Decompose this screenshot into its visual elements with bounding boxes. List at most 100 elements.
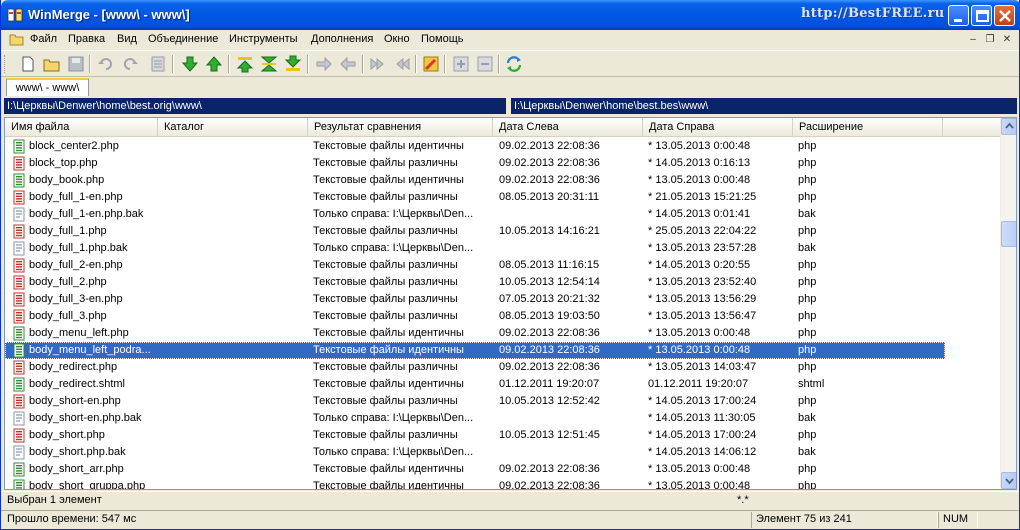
cell-left-date: 09.02.2013 22:08:36 [499, 140, 600, 152]
open-in-editor-icon[interactable] [422, 55, 440, 73]
cell-folder [162, 325, 307, 342]
right-only-file-icon [13, 411, 25, 426]
copy-left-icon[interactable] [339, 55, 357, 73]
tab-comparison[interactable]: www\ - www\ [6, 78, 89, 96]
toolbar-grip[interactable] [4, 55, 7, 73]
cell-left-date: 10.05.2013 14:16:21 [499, 225, 600, 237]
table-row[interactable]: body_short.php Текстовые файлы различны 10… [5, 427, 945, 444]
cell-right-date: * 13.05.2013 0:00:48 [648, 327, 751, 339]
cell-result: Текстовые файлы различны [313, 157, 458, 169]
scroll-down-icon [1005, 478, 1014, 485]
first-diff-icon[interactable] [236, 55, 254, 73]
expand-icon[interactable] [452, 55, 470, 73]
last-diff-icon[interactable] [284, 55, 302, 73]
cell-left-date: 09.02.2013 22:08:36 [499, 480, 600, 490]
cell-left-date: 10.05.2013 12:52:42 [499, 395, 600, 407]
column-folder[interactable]: Каталог [158, 118, 308, 137]
table-row[interactable]: body_full_1.php Текстовые файлы различны 1… [5, 223, 945, 240]
cell-result: Текстовые файлы различны [313, 225, 458, 237]
close-button[interactable] [994, 5, 1015, 26]
table-row[interactable]: body_menu_left_podra... Текстовые файлы и… [5, 342, 945, 359]
prev-diff-icon[interactable] [205, 55, 223, 73]
refresh-icon[interactable] [505, 55, 523, 73]
menu-tools[interactable]: Инструменты [229, 33, 298, 45]
current-diff-icon[interactable] [260, 55, 278, 73]
mdi-close-icon[interactable]: ✕ [1001, 34, 1013, 45]
new-icon[interactable] [19, 55, 37, 73]
scroll-up-button[interactable] [1001, 118, 1016, 135]
menu-window[interactable]: Окно [384, 33, 410, 45]
table-row[interactable]: body_full_1-en.php Текстовые файлы различ… [5, 189, 945, 206]
table-row[interactable]: body_full_2.php Текстовые файлы различны 1… [5, 274, 945, 291]
undo-icon[interactable] [97, 55, 115, 73]
cell-left-date: 10.05.2013 12:54:14 [499, 276, 600, 288]
minimize-button[interactable] [948, 5, 969, 26]
cell-filename: body_menu_left.php [29, 327, 129, 339]
copy-all-left-icon[interactable] [393, 55, 411, 73]
table-row[interactable]: body_redirect.shtml Текстовые файлы идент… [5, 376, 945, 393]
column-right-date[interactable]: Дата Справа [643, 118, 793, 137]
next-diff-icon[interactable] [181, 55, 199, 73]
cell-filename: body_short.php.bak [29, 446, 126, 458]
menu-merge[interactable]: Объединение [148, 33, 218, 45]
winmerge-window: WinMerge - [www\ - www\] http://BestFREE… [0, 0, 1020, 530]
column-result[interactable]: Результат сравнения [308, 118, 493, 137]
list-header: Имя файла Каталог Результат сравнения Да… [5, 118, 1000, 137]
cell-right-date: * 13.05.2013 14:03:47 [648, 361, 757, 373]
table-row[interactable]: block_center2.php Текстовые файлы идентич… [5, 138, 945, 155]
table-row[interactable]: body_full_1.php.bak Только справа: I:\Цер… [5, 240, 945, 257]
cell-result: Текстовые файлы различны [313, 395, 458, 407]
left-path-bar[interactable]: I:\Церквы\Denwer\home\best.orig\www\ [4, 98, 506, 114]
table-row[interactable]: body_short-en.php.bak Только справа: I:\Ц… [5, 410, 945, 427]
table-row[interactable]: body_redirect.php Текстовые файлы различн… [5, 359, 945, 376]
scroll-thumb[interactable] [1001, 221, 1016, 247]
maximize-button[interactable] [971, 5, 992, 26]
options-icon[interactable] [149, 55, 167, 73]
column-extension[interactable]: Расширение [793, 118, 943, 137]
copy-all-right-icon[interactable] [369, 55, 387, 73]
table-row[interactable]: body_full_2-en.php Текстовые файлы различ… [5, 257, 945, 274]
table-row[interactable]: body_full_3.php Текстовые файлы различны 0… [5, 308, 945, 325]
table-row[interactable]: body_short_arr.php Текстовые файлы иденти… [5, 461, 945, 478]
column-left-date[interactable]: Дата Слева [493, 118, 643, 137]
collapse-icon[interactable] [476, 55, 494, 73]
menu-help[interactable]: Помощь [421, 33, 464, 45]
table-row[interactable]: body_full_1-en.php.bak Только справа: I:\… [5, 206, 945, 223]
mdi-restore-icon[interactable]: ❐ [984, 34, 996, 45]
menu-plugins[interactable]: Дополнения [311, 33, 373, 45]
title-bar[interactable]: WinMerge - [www\ - www\] http://BestFREE… [1, 0, 1020, 30]
vertical-scrollbar[interactable] [1000, 118, 1016, 489]
cell-filename: body_full_2.php [29, 276, 107, 288]
winmerge-app-icon[interactable] [7, 7, 23, 23]
menu-edit[interactable]: Правка [68, 33, 105, 45]
open-icon[interactable] [43, 55, 61, 73]
list-rows: block_center2.php Текстовые файлы идентич… [5, 138, 1000, 490]
right-path-bar[interactable]: I:\Церквы\Denwer\home\best.bes\www\ [511, 98, 1017, 114]
table-row[interactable]: body_full_3-en.php Текстовые файлы различ… [5, 291, 945, 308]
table-row[interactable]: body_short-en.php Текстовые файлы различн… [5, 393, 945, 410]
close-icon [999, 10, 1011, 22]
cell-filename: body_full_1.php.bak [29, 242, 128, 254]
redo-icon[interactable] [121, 55, 139, 73]
identical-file-icon [13, 326, 25, 341]
mdi-minimize-icon[interactable]: – [967, 34, 979, 45]
comparison-list[interactable]: Имя файла Каталог Результат сравнения Да… [4, 117, 1017, 490]
cell-extension: bak [798, 412, 816, 424]
save-icon[interactable] [67, 55, 85, 73]
cell-extension: php [798, 480, 817, 490]
menu-file[interactable]: Файл [30, 33, 57, 45]
table-row[interactable]: body_menu_left.php Текстовые файлы иденти… [5, 325, 945, 342]
table-row[interactable]: block_top.php Текстовые файлы различны 09.… [5, 155, 945, 172]
copy-right-icon[interactable] [315, 55, 333, 73]
menu-view[interactable]: Вид [117, 33, 137, 45]
table-row[interactable]: body_short.php.bak Только справа: I:\Церк… [5, 444, 945, 461]
filter-status[interactable]: *.* [737, 494, 749, 506]
table-row[interactable]: body_short_gruppa.php Текстовые файлы иде… [5, 478, 945, 490]
cell-left-date: 07.05.2013 20:21:32 [499, 293, 600, 305]
column-filename[interactable]: Имя файла [5, 118, 158, 137]
cell-filename: body_full_1.php [29, 225, 107, 237]
folder-icon[interactable] [9, 33, 24, 46]
scroll-down-button[interactable] [1001, 472, 1016, 489]
cell-folder [162, 240, 307, 257]
table-row[interactable]: body_book.php Текстовые файлы идентичны 09… [5, 172, 945, 189]
